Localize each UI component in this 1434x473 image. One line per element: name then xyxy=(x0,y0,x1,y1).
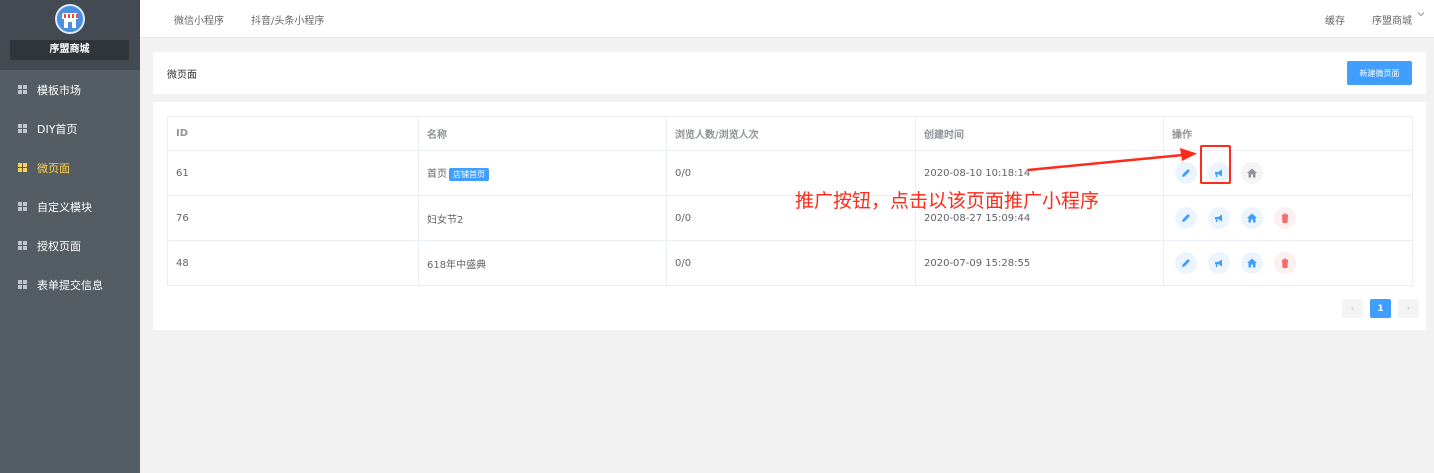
page-header: 微页面 新建微页面 xyxy=(153,52,1426,94)
megaphone-icon xyxy=(1215,169,1222,177)
edit-button[interactable] xyxy=(1175,162,1197,184)
set-home-button[interactable] xyxy=(1241,252,1263,274)
store-home-badge: 店铺首页 xyxy=(449,167,489,181)
micro-page-table: ID 名称 浏览人数/浏览人次 创建时间 操作 61 首页 店铺首页 0/0 20… xyxy=(167,116,1413,286)
sidebar-item-label: 表单提交信息 xyxy=(37,278,103,292)
table-row: 48 618年中盛典 0/0 2020-07-09 15:28:55 xyxy=(167,240,1413,286)
sidebar-item-label: 授权页面 xyxy=(37,239,81,253)
tab-douyin-miniprogram[interactable]: 抖音/头条小程序 xyxy=(251,12,324,27)
table-row: 61 首页 店铺首页 0/0 2020-08-10 10:18:14 xyxy=(167,150,1413,196)
page-name: 首页 xyxy=(427,169,447,181)
promote-button[interactable] xyxy=(1208,252,1230,274)
megaphone-icon xyxy=(1215,259,1222,267)
home-icon xyxy=(1247,258,1257,268)
pencil-icon xyxy=(1182,214,1190,222)
column-header-views: 浏览人数/浏览人次 xyxy=(666,116,916,151)
sidebar-item-custom-module[interactable]: 自定义模块 xyxy=(0,187,140,226)
store-name: 序盟商城 xyxy=(10,40,129,60)
edit-button[interactable] xyxy=(1175,252,1197,274)
sidebar-item-label: 模板市场 xyxy=(37,83,81,97)
edit-button[interactable] xyxy=(1175,207,1197,229)
grid-icon xyxy=(18,85,27,94)
sidebar-item-label: DIY首页 xyxy=(37,122,78,136)
pencil-icon xyxy=(1182,259,1190,267)
home-icon xyxy=(1247,213,1257,223)
grid-icon xyxy=(18,202,27,211)
table-card: ID 名称 浏览人数/浏览人次 创建时间 操作 61 首页 店铺首页 0/0 20… xyxy=(153,102,1426,330)
new-micro-page-button[interactable]: 新建微页面 xyxy=(1347,61,1412,85)
sidebar: 序盟商城 模板市场 DIY首页 微页面 自定义模块 授权页面 表单提交信息 xyxy=(0,0,140,473)
cell-name: 首页 店铺首页 xyxy=(418,150,667,196)
home-icon xyxy=(1247,168,1257,178)
megaphone-icon xyxy=(1215,214,1222,222)
next-page-button[interactable]: › xyxy=(1398,299,1419,318)
cell-id: 76 xyxy=(167,195,419,241)
promote-button[interactable] xyxy=(1208,162,1230,184)
page-name: 妇女节2 xyxy=(427,214,464,226)
cell-id: 48 xyxy=(167,240,419,286)
column-header-id: ID xyxy=(167,116,419,151)
delete-button[interactable] xyxy=(1274,252,1296,274)
pagination: ‹ 1 › xyxy=(1342,299,1419,318)
trash-icon xyxy=(1281,213,1289,223)
cell-actions xyxy=(1163,150,1413,196)
sidebar-item-form-submissions[interactable]: 表单提交信息 xyxy=(0,265,140,304)
sidebar-item-diy-home[interactable]: DIY首页 xyxy=(0,109,140,148)
page-number-button[interactable]: 1 xyxy=(1370,299,1391,318)
cache-link[interactable]: 缓存 xyxy=(1325,12,1345,27)
cell-name: 618年中盛典 xyxy=(418,240,667,286)
page-title: 微页面 xyxy=(167,70,197,81)
prev-page-button[interactable]: ‹ xyxy=(1342,299,1363,318)
sidebar-item-auth-page[interactable]: 授权页面 xyxy=(0,226,140,265)
table-row: 76 妇女节2 0/0 2020-08-27 15:09:44 xyxy=(167,195,1413,241)
sidebar-item-micro-page[interactable]: 微页面 xyxy=(0,148,140,187)
sidebar-item-label: 微页面 xyxy=(37,161,70,175)
cell-name: 妇女节2 xyxy=(418,195,667,241)
table-header-row: ID 名称 浏览人数/浏览人次 创建时间 操作 xyxy=(167,116,1413,151)
top-nav: 微信小程序 抖音/头条小程序 缓存 序盟商城 xyxy=(140,0,1434,38)
cell-views: 0/0 xyxy=(666,240,916,286)
cell-created: 2020-07-09 15:28:55 xyxy=(915,240,1164,286)
chevron-down-icon[interactable] xyxy=(1417,10,1425,21)
grid-icon xyxy=(18,124,27,133)
sidebar-item-label: 自定义模块 xyxy=(37,200,92,214)
cell-actions xyxy=(1163,195,1413,241)
set-home-button[interactable] xyxy=(1241,162,1263,184)
grid-icon xyxy=(18,280,27,289)
page-name: 618年中盛典 xyxy=(427,259,487,271)
set-home-button[interactable] xyxy=(1241,207,1263,229)
promote-button[interactable] xyxy=(1208,207,1230,229)
store-logo-icon xyxy=(55,4,85,34)
trash-icon xyxy=(1281,258,1289,268)
column-header-name: 名称 xyxy=(418,116,667,151)
column-header-actions: 操作 xyxy=(1163,116,1413,151)
grid-icon xyxy=(18,163,27,172)
pencil-icon xyxy=(1182,169,1190,177)
sidebar-item-template-market[interactable]: 模板市场 xyxy=(0,70,140,109)
cell-actions xyxy=(1163,240,1413,286)
column-header-created: 创建时间 xyxy=(915,116,1164,151)
grid-icon xyxy=(18,241,27,250)
logo-area: 序盟商城 xyxy=(0,0,140,70)
user-menu[interactable]: 序盟商城 xyxy=(1372,12,1412,27)
delete-button[interactable] xyxy=(1274,207,1296,229)
tab-wechat-miniprogram[interactable]: 微信小程序 xyxy=(174,12,224,27)
cell-id: 61 xyxy=(167,150,419,196)
promote-annotation-text: 推广按钮，点击以该页面推广小程序 xyxy=(795,190,1100,212)
